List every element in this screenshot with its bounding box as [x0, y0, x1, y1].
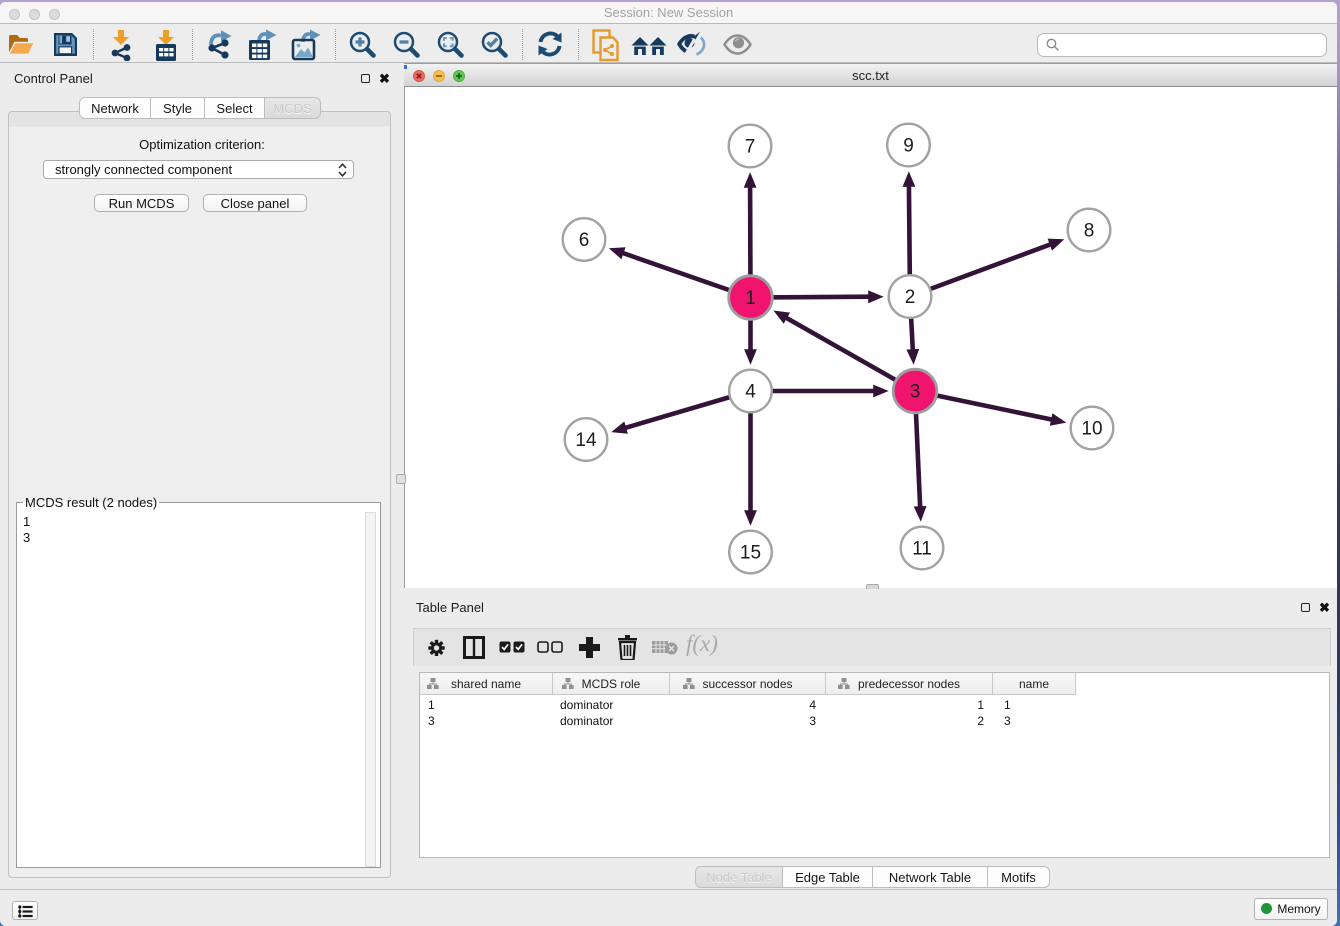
svg-text:4: 4	[745, 382, 756, 403]
svg-text:14: 14	[575, 430, 597, 451]
svg-text:9: 9	[903, 136, 914, 157]
svg-text:6: 6	[579, 230, 590, 251]
svg-text:11: 11	[912, 539, 932, 560]
svg-text:10: 10	[1081, 419, 1102, 440]
svg-text:1: 1	[745, 288, 756, 309]
svg-text:2: 2	[905, 287, 916, 308]
svg-text:15: 15	[740, 543, 761, 564]
svg-text:3: 3	[910, 382, 921, 403]
svg-text:8: 8	[1084, 221, 1095, 242]
svg-text:7: 7	[745, 137, 756, 158]
